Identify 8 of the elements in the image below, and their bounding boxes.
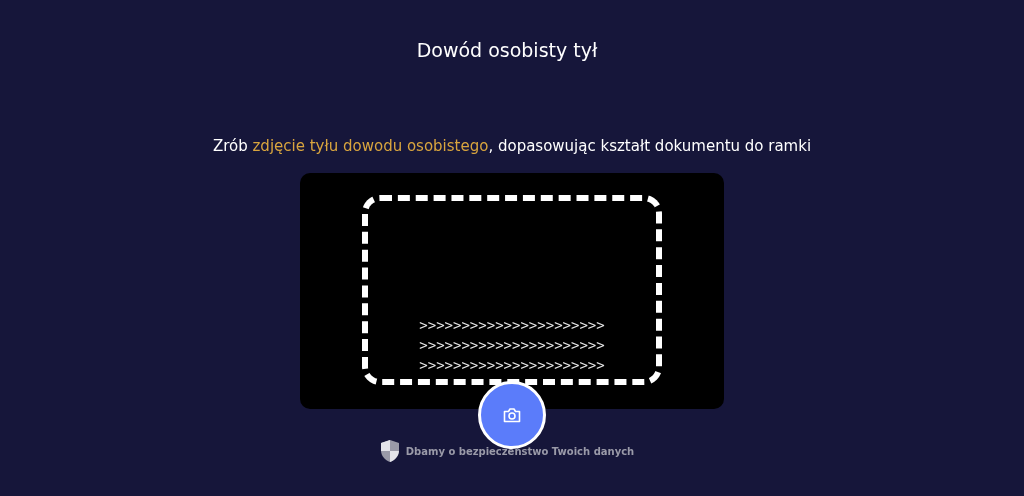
shield-icon (379, 439, 400, 463)
mrz-line: >>>>>>>>>>>>>>>>>>>>>> (419, 356, 605, 375)
mrz-line: >>>>>>>>>>>>>>>>>>>>>> (419, 336, 605, 355)
camera-icon (503, 407, 521, 423)
security-note: Dbamy o bezpieczeństwo Twoich danych (405, 445, 635, 457)
mrz-line: >>>>>>>>>>>>>>>>>>>>>> (419, 316, 605, 335)
instruction-text: Zrób zdjęcie tyłu dowodu osobistego, dopasowując kształt dokumentu do ramki (212, 136, 812, 156)
page-title: Dowód osobisty tył (416, 38, 598, 62)
